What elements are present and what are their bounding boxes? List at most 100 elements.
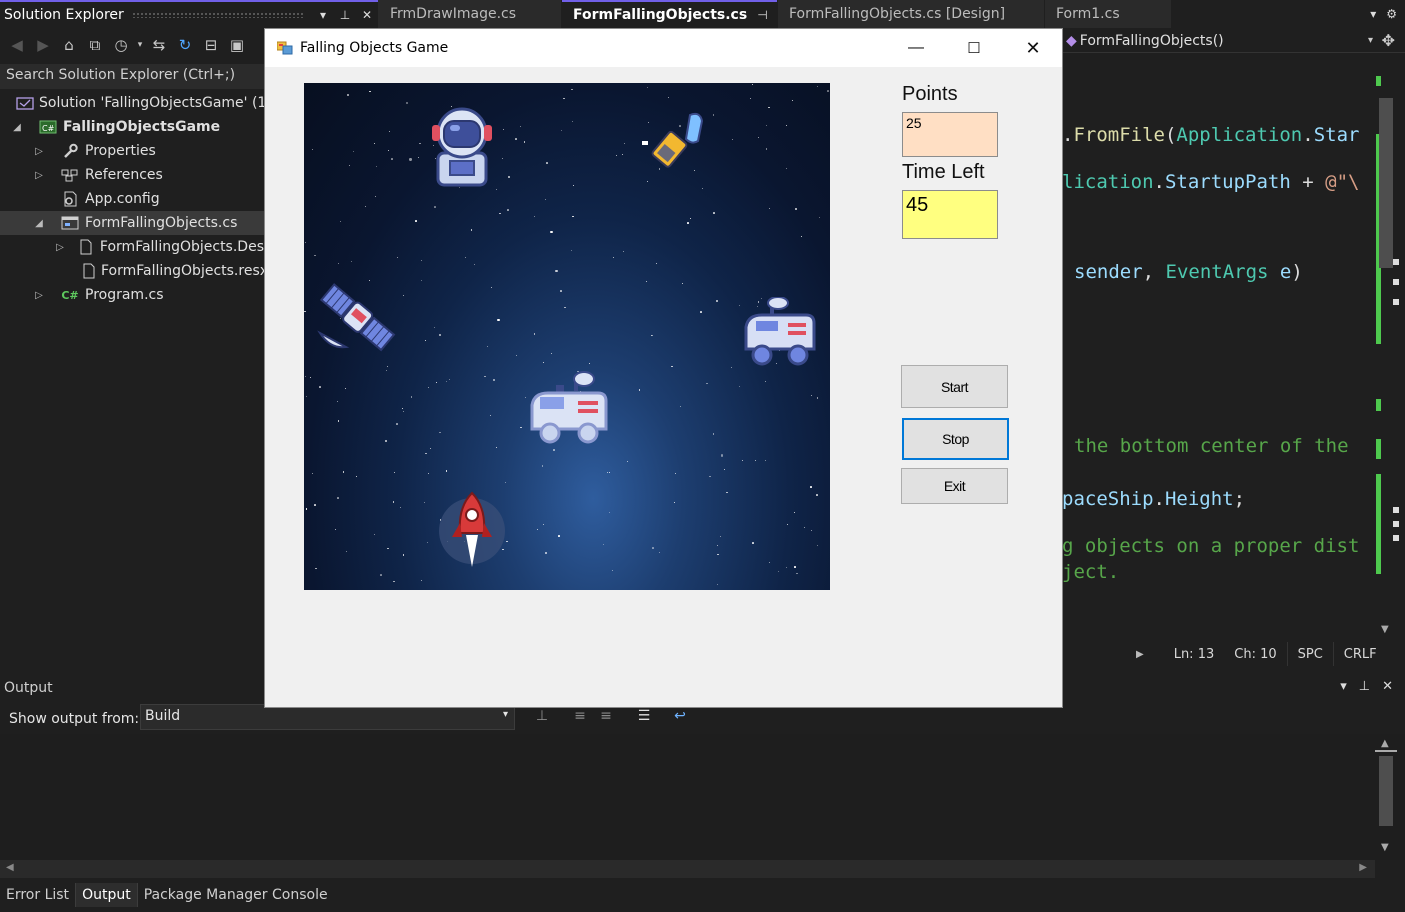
tab-list-dropdown-icon[interactable]: ▾ <box>1370 7 1376 21</box>
tab-output[interactable]: Output <box>75 883 138 907</box>
expanded-arrow-icon[interactable]: ◢ <box>10 122 24 133</box>
show-all-files-icon[interactable]: ▣ <box>226 34 248 56</box>
line-indicator[interactable]: Ln: 13 <box>1164 642 1225 666</box>
scroll-left-icon[interactable]: ◀ <box>6 862 14 873</box>
tab-formfallingobjects-design[interactable]: FormFallingObjects.cs [Design] <box>778 0 1044 28</box>
close-window-button[interactable]: ✕ <box>1004 29 1062 67</box>
star <box>425 340 427 342</box>
expanded-arrow-icon[interactable]: ◢ <box>32 218 46 229</box>
pin-icon[interactable]: ⊥ <box>334 8 356 22</box>
star <box>492 378 495 382</box>
star <box>433 206 436 208</box>
chevron-down-icon[interactable]: ▾ <box>1368 35 1373 46</box>
collapsed-arrow-icon[interactable]: ▷ <box>54 242 66 253</box>
output-text-area[interactable] <box>0 734 1375 860</box>
star <box>638 389 641 391</box>
code-comment-line: the bottom center of the <box>1074 435 1360 457</box>
scroll-up-icon[interactable]: ▲ <box>1381 738 1389 749</box>
back-icon[interactable]: ◀ <box>6 34 28 56</box>
close-icon[interactable]: ✕ <box>1382 679 1393 694</box>
tree-item-app-config[interactable]: App.config <box>0 187 264 211</box>
editor-vertical-scrollbar[interactable]: ▼ <box>1375 54 1405 642</box>
star <box>757 137 759 139</box>
collapsed-arrow-icon[interactable]: ▷ <box>32 290 46 301</box>
star <box>409 158 412 161</box>
gear-icon[interactable]: ⚙ <box>1386 7 1397 21</box>
star <box>622 153 624 155</box>
solution-explorer-search-input[interactable]: Search Solution Explorer (Ctrl+;) <box>0 64 264 89</box>
start-button[interactable]: Start <box>901 365 1008 408</box>
home-icon[interactable]: ⌂ <box>58 34 80 56</box>
game-window-titlebar[interactable]: Falling Objects Game — ☐ ✕ <box>265 29 1062 67</box>
line-ending-indicator[interactable]: CRLF <box>1332 642 1387 666</box>
whitespace-indicator[interactable]: SPC <box>1286 642 1333 666</box>
tab-formfallingobjects-cs[interactable]: FormFallingObjects.cs ⊣ ✕ <box>562 0 789 28</box>
forward-icon[interactable]: ▶ <box>32 34 54 56</box>
pin-icon[interactable]: ⊥ <box>1359 679 1370 694</box>
scrollbar-thumb[interactable] <box>1379 98 1393 268</box>
member-dropdown[interactable]: FormFallingObjects() <box>1080 33 1224 49</box>
star <box>768 106 770 109</box>
window-position-dropdown-icon[interactable]: ▾ <box>312 8 334 22</box>
tree-item-properties[interactable]: ▷ Properties <box>0 139 264 163</box>
output-vertical-scrollbar[interactable]: ▲ ▼ <box>1375 734 1405 860</box>
star <box>311 148 313 150</box>
scroll-down-icon[interactable]: ▼ <box>1381 624 1389 635</box>
scroll-right-icon[interactable]: ▶ <box>1359 862 1367 873</box>
scroll-down-icon[interactable]: ▼ <box>1381 842 1389 853</box>
window-position-dropdown-icon[interactable]: ▾ <box>1340 679 1347 694</box>
maximize-button[interactable]: ☐ <box>945 29 1003 67</box>
collapse-all-icon[interactable]: ⊟ <box>200 34 222 56</box>
tree-item-form-cs[interactable]: ◢ FormFallingObjects.cs <box>0 211 264 235</box>
sync-with-document-icon[interactable]: ⇆ <box>148 34 170 56</box>
star <box>464 256 466 258</box>
next-message-icon[interactable]: ≡ <box>596 708 616 728</box>
tree-item-references[interactable]: ▷ References <box>0 163 264 187</box>
previous-message-icon[interactable]: ≡ <box>570 708 590 728</box>
svg-text:C#: C# <box>42 124 55 133</box>
game-canvas[interactable] <box>304 83 830 590</box>
tab-package-manager-console[interactable]: Package Manager Console <box>138 883 334 907</box>
code-line: lication.StartupPath + @"\ <box>1062 171 1360 193</box>
collapsed-arrow-icon[interactable]: ▷ <box>32 146 46 157</box>
tree-item-project[interactable]: ◢ C# FallingObjectsGame <box>0 115 264 139</box>
star <box>651 335 653 337</box>
pin-tab-icon[interactable]: ⊣ <box>757 8 767 22</box>
star <box>544 199 546 201</box>
find-message-icon[interactable]: ⊥ <box>532 708 552 728</box>
tree-item-solution[interactable]: Solution 'FallingObjectsGame' (1 <box>0 91 264 115</box>
toggle-word-wrap-icon[interactable]: ↩ <box>670 708 690 728</box>
close-icon[interactable]: ✕ <box>356 8 378 22</box>
csharp-file-icon: C# <box>61 288 79 302</box>
collapsed-arrow-icon[interactable]: ▷ <box>32 170 46 181</box>
split-editor-icon[interactable]: ✥ <box>1382 31 1395 50</box>
switch-views-icon[interactable]: ⧉ <box>84 34 106 56</box>
stop-button[interactable]: Stop <box>902 418 1009 460</box>
code-line: .FromFile(Application.Star <box>1062 124 1360 146</box>
member-navigation-bar[interactable]: ◆ FormFallingObjects() ▾ ✥ <box>1062 29 1405 53</box>
star <box>551 353 552 355</box>
column-indicator[interactable]: Ch: 10 <box>1224 642 1286 666</box>
tree-item-label: FormFallingObjects.Des <box>99 239 264 255</box>
minimize-button[interactable]: — <box>887 29 945 67</box>
refresh-icon[interactable]: ↻ <box>174 34 196 56</box>
star <box>374 143 376 145</box>
star <box>418 157 420 159</box>
tree-item-program-cs[interactable]: ▷ C# Program.cs <box>0 283 264 307</box>
exit-button[interactable]: Exit <box>901 468 1008 504</box>
tree-item-designer[interactable]: ▷ FormFallingObjects.Des <box>0 235 264 259</box>
star <box>768 561 770 563</box>
scrollbar-thumb[interactable] <box>1379 756 1393 826</box>
clear-all-icon[interactable]: ☰ <box>634 708 654 728</box>
star <box>424 502 426 504</box>
output-horizontal-scrollbar[interactable]: ◀ ▶ <box>0 860 1375 878</box>
pending-changes-filter-icon[interactable]: ◷ <box>110 34 132 56</box>
code-editor[interactable]: .FromFile(Application.Star lication.Star… <box>1062 54 1375 642</box>
dropdown-icon[interactable]: ▾ <box>136 34 144 56</box>
tab-frmdrawimage[interactable]: FrmDrawImage.cs <box>378 0 561 28</box>
tab-error-list[interactable]: Error List <box>0 883 75 907</box>
star <box>448 378 450 380</box>
tab-form1[interactable]: Form1.cs <box>1045 0 1171 28</box>
tree-item-resx[interactable]: FormFallingObjects.resx <box>0 259 264 283</box>
scroll-right-icon[interactable]: ▶ <box>1136 649 1144 660</box>
